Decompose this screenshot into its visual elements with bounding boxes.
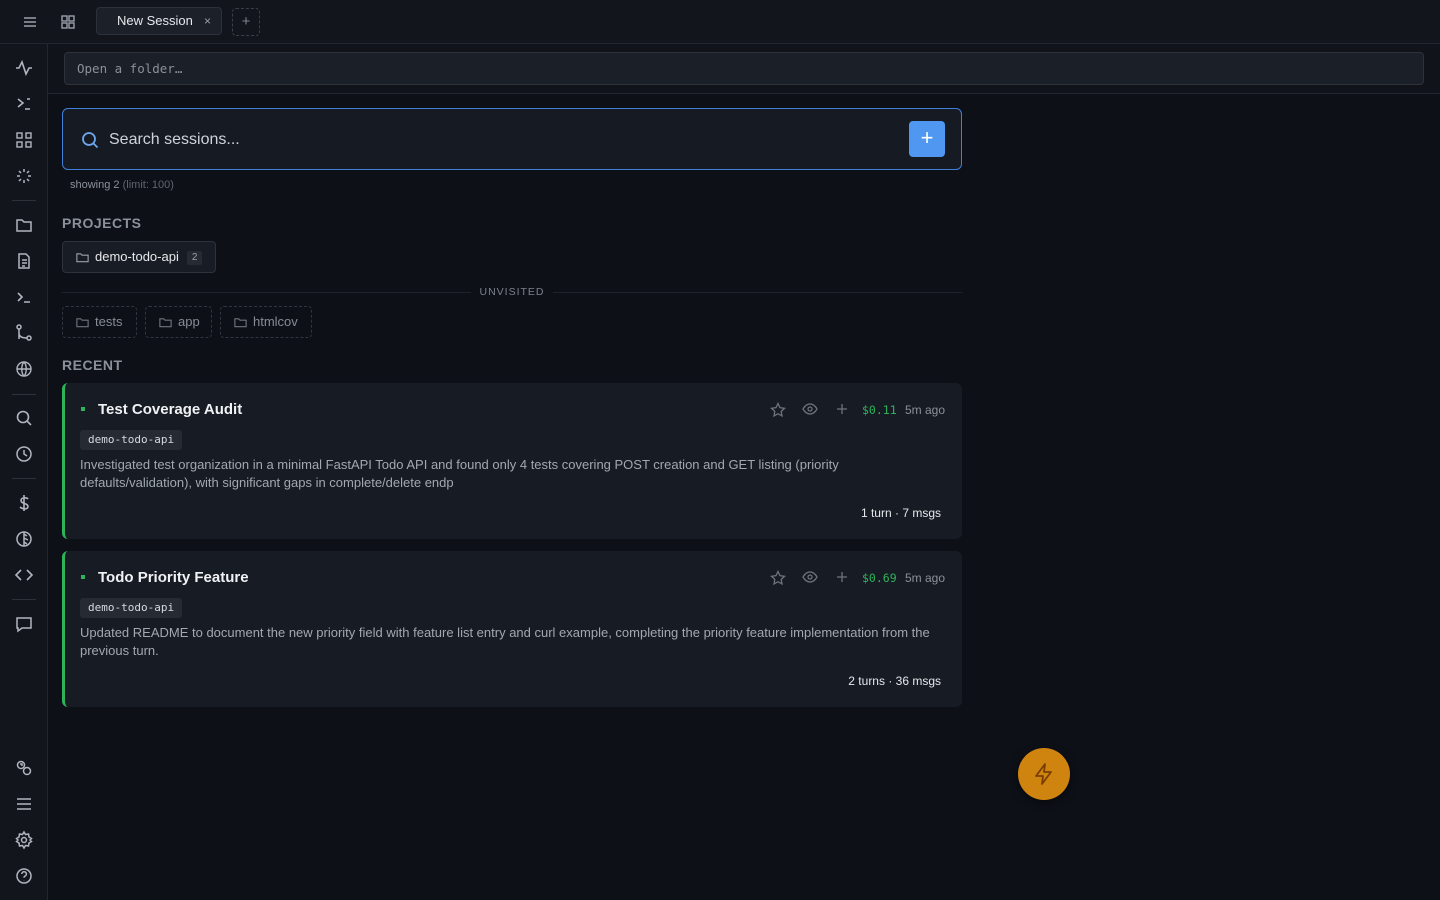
star-icon[interactable] — [770, 402, 786, 418]
sidebar-separator — [12, 599, 36, 600]
session-search: + — [62, 108, 962, 170]
status-dot — [81, 407, 85, 411]
unvisited-folder-chip[interactable]: htmlcov — [220, 306, 312, 338]
session-time: 5m ago — [905, 403, 946, 417]
help-icon[interactable] — [14, 866, 34, 886]
session-cost: $0.11 — [862, 403, 897, 417]
session-time: 5m ago — [905, 571, 946, 585]
open-folder-input[interactable] — [64, 52, 1424, 85]
plus-icon[interactable] — [834, 569, 850, 585]
new-tab-button[interactable]: + — [232, 8, 260, 36]
eye-icon[interactable] — [802, 401, 818, 417]
history-icon[interactable] — [14, 444, 34, 464]
file-icon[interactable] — [14, 251, 34, 271]
unvisited-folder-chip[interactable]: app — [145, 306, 212, 338]
tab-label: New Session — [117, 13, 193, 28]
session-summary: Investigated test organization in a mini… — [80, 457, 839, 490]
code-icon[interactable] — [14, 565, 34, 585]
status-dot — [81, 575, 85, 579]
project-badge: demo-todo-api — [80, 598, 183, 618]
quick-action-button[interactable] — [1018, 748, 1070, 800]
sidebar-separator — [12, 478, 36, 479]
folder-name: htmlcov — [253, 314, 298, 329]
recent-heading: RECENT — [62, 357, 123, 373]
key-icon[interactable] — [14, 758, 34, 778]
limit-label: (limit: 100) — [122, 179, 174, 191]
activity-icon[interactable] — [14, 58, 34, 78]
plus-icon[interactable] — [834, 401, 850, 417]
folder-icon — [234, 318, 247, 328]
project-name: demo-todo-api — [95, 249, 179, 264]
search-icon — [82, 132, 99, 149]
unvisited-label: UNVISITED — [471, 286, 553, 298]
menu-icon[interactable] — [20, 12, 40, 32]
search-sessions-input[interactable] — [107, 123, 901, 157]
session-stats: 1 turn · 7 msgs — [860, 506, 941, 520]
tab-close-icon[interactable]: × — [204, 8, 211, 34]
session-card[interactable]: Test Coverage Audit $0.11 5m ago demo-to… — [62, 383, 962, 539]
terminal-icon[interactable] — [14, 287, 34, 307]
tab-new-session[interactable]: New Session × — [96, 7, 222, 35]
list-icon[interactable] — [14, 794, 34, 814]
search-icon[interactable] — [14, 408, 34, 428]
session-card[interactable]: Todo Priority Feature $0.69 5m ago demo-… — [62, 551, 962, 707]
message-icon[interactable] — [14, 614, 34, 634]
star-icon[interactable] — [770, 570, 786, 586]
folder-icon — [76, 318, 89, 328]
folder-icon — [159, 318, 172, 328]
session-stats: 2 turns · 36 msgs — [848, 674, 941, 688]
folder-icon[interactable] — [14, 215, 34, 235]
session-cost: $0.69 — [862, 571, 897, 585]
showing-label: showing 2 — [70, 179, 120, 191]
dashboard-icon[interactable] — [14, 130, 34, 150]
folder-bar — [48, 44, 1440, 94]
project-chip[interactable]: demo-todo-api 2 — [62, 241, 216, 273]
unvisited-folder-chip[interactable]: tests — [62, 306, 137, 338]
globe-icon[interactable] — [14, 359, 34, 379]
project-session-count: 2 — [186, 251, 203, 265]
lightning-icon — [1035, 763, 1052, 785]
loader-icon[interactable] — [14, 166, 34, 186]
result-count: showing 2 (limit: 100) — [70, 179, 174, 191]
top-bar: New Session × + — [0, 0, 1440, 44]
projects-heading: PROJECTS — [62, 215, 142, 231]
session-summary: Updated README to document the new prior… — [80, 625, 930, 658]
folder-name: app — [178, 314, 200, 329]
terminal-prompt-icon[interactable] — [14, 94, 34, 114]
git-branch-icon[interactable] — [14, 323, 34, 343]
sidebar-separator — [12, 200, 36, 201]
grid-icon[interactable] — [58, 12, 78, 32]
settings-icon[interactable] — [14, 830, 34, 850]
session-title: Todo Priority Feature — [98, 569, 249, 586]
project-badge: demo-todo-api — [80, 430, 183, 450]
folder-name: tests — [95, 314, 123, 329]
sidebar — [0, 44, 48, 900]
new-session-button[interactable]: + — [909, 121, 945, 157]
session-title: Test Coverage Audit — [98, 401, 243, 418]
sidebar-separator — [12, 394, 36, 395]
folder-icon — [76, 253, 89, 263]
dollar-icon[interactable] — [14, 493, 34, 513]
eye-icon[interactable] — [802, 569, 818, 585]
contrast-icon[interactable] — [14, 529, 34, 549]
